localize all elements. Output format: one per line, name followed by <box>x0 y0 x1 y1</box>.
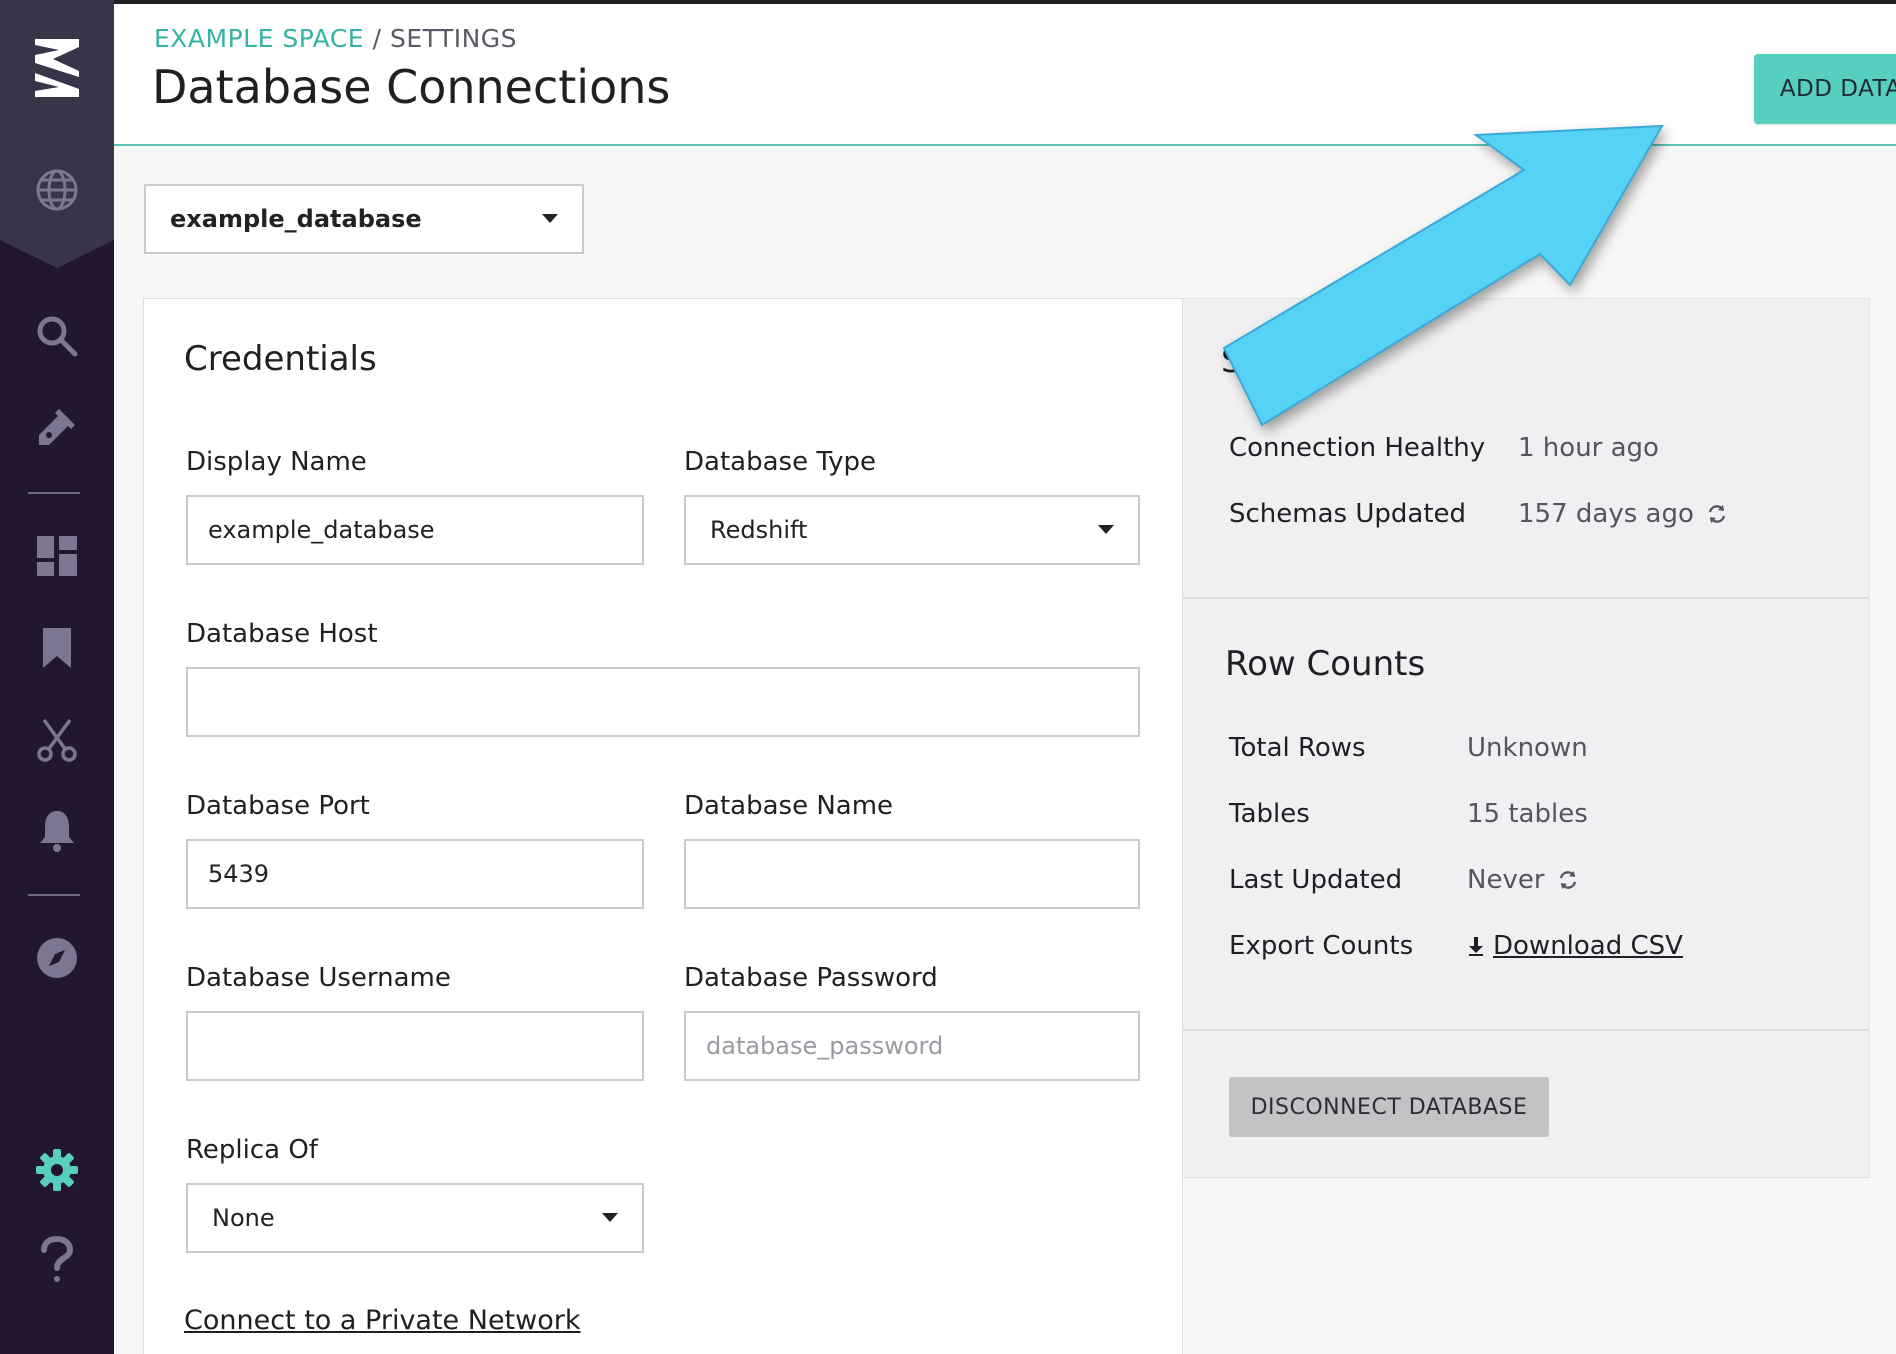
replica-of-label: Replica Of <box>186 1135 318 1165</box>
add-database-button[interactable]: ADD DATABASE <box>1754 54 1896 124</box>
database-type-select[interactable]: Redshift <box>684 495 1140 565</box>
database-type-label: Database Type <box>684 447 877 477</box>
database-password-input[interactable] <box>684 1011 1140 1081</box>
search-icon[interactable] <box>27 306 87 366</box>
private-network-link[interactable]: Connect to a Private Network <box>184 1305 580 1336</box>
row-counts-title: Row Counts <box>1225 644 1426 684</box>
breadcrumb-separator: / <box>372 24 382 53</box>
database-port-label: Database Port <box>186 791 370 821</box>
database-name-label: Database Name <box>684 791 894 821</box>
connection-healthy-label: Connection Healthy <box>1229 433 1486 463</box>
display-name-label: Display Name <box>186 447 367 477</box>
database-password-label: Database Password <box>684 963 938 993</box>
status-panel: S Connection Healthy 1 hour ago Schemas … <box>1183 298 1870 1178</box>
compass-icon[interactable] <box>27 928 87 988</box>
sidebar <box>0 0 114 1354</box>
download-icon <box>1469 937 1483 956</box>
refresh-icon[interactable] <box>1706 503 1728 525</box>
credentials-panel: Credentials Display Name Database Type R… <box>143 298 1183 1354</box>
database-selector-value: example_database <box>170 205 422 233</box>
database-host-label: Database Host <box>186 619 378 649</box>
last-updated-value: Never <box>1467 865 1579 895</box>
export-counts-label: Export Counts <box>1229 931 1414 961</box>
replica-of-value: None <box>212 1204 275 1232</box>
breadcrumb-settings: SETTINGS <box>389 24 518 53</box>
page-title: Database Connections <box>152 60 671 114</box>
chevron-down-icon <box>1098 525 1114 534</box>
globe-icon[interactable] <box>27 160 87 220</box>
database-name-input[interactable] <box>684 839 1140 909</box>
download-csv-row: Download CSV <box>1467 931 1683 961</box>
tag-icon[interactable] <box>27 398 87 458</box>
disconnect-database-button[interactable]: DISCONNECT DATABASE <box>1229 1077 1549 1137</box>
tables-label: Tables <box>1229 799 1310 829</box>
section-divider <box>1183 597 1870 599</box>
database-host-input[interactable] <box>186 667 1140 737</box>
schemas-updated-value: 157 days ago <box>1518 499 1728 529</box>
total-rows-label: Total Rows <box>1229 733 1366 763</box>
database-port-input[interactable] <box>186 839 644 909</box>
bookmark-icon[interactable] <box>27 618 87 678</box>
chevron-down-icon <box>542 214 558 223</box>
last-updated-label: Last Updated <box>1229 865 1403 895</box>
sidebar-divider <box>28 492 80 494</box>
section-divider <box>1183 1029 1870 1031</box>
dashboard-icon[interactable] <box>27 526 87 586</box>
database-type-value: Redshift <box>710 516 808 544</box>
tables-value: 15 tables <box>1467 799 1588 829</box>
connection-healthy-value: 1 hour ago <box>1518 433 1659 463</box>
scissors-icon[interactable] <box>27 710 87 770</box>
breadcrumb-space-link[interactable]: EXAMPLE SPACE <box>154 24 364 53</box>
replica-of-select[interactable]: None <box>186 1183 644 1253</box>
sidebar-divider <box>28 894 80 896</box>
bell-icon[interactable] <box>27 800 87 860</box>
breadcrumb: EXAMPLE SPACE / SETTINGS <box>154 24 517 53</box>
schemas-updated-label: Schemas Updated <box>1229 499 1467 529</box>
download-csv-link[interactable]: Download CSV <box>1493 931 1683 961</box>
database-username-input[interactable] <box>186 1011 644 1081</box>
gear-icon[interactable] <box>27 1140 87 1200</box>
database-username-label: Database Username <box>186 963 451 993</box>
refresh-icon[interactable] <box>1557 869 1579 891</box>
connection-healthy-time: 1 hour ago <box>1518 433 1659 463</box>
display-name-input[interactable] <box>186 495 644 565</box>
status-title: S <box>1221 341 1243 381</box>
help-icon[interactable] <box>27 1230 87 1290</box>
sidebar-top-notch <box>0 240 114 268</box>
total-rows-value: Unknown <box>1467 733 1588 763</box>
logo-icon[interactable] <box>27 38 87 98</box>
last-updated-time: Never <box>1467 865 1545 895</box>
database-selector[interactable]: example_database <box>144 184 584 254</box>
schemas-updated-time: 157 days ago <box>1518 499 1694 529</box>
page-header: EXAMPLE SPACE / SETTINGS Database Connec… <box>114 0 1896 146</box>
credentials-title: Credentials <box>184 339 377 379</box>
chevron-down-icon <box>602 1213 618 1222</box>
